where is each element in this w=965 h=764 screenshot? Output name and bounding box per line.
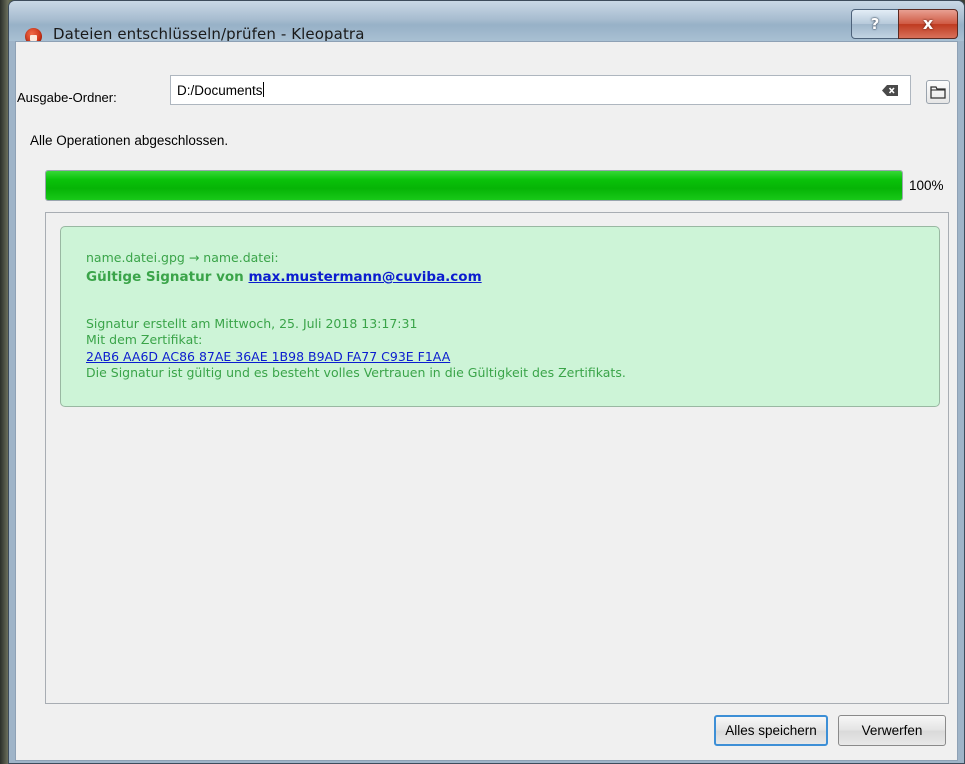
help-button[interactable]: ? [851, 9, 899, 39]
results-panel: name.datei.gpg → name.datei: Gültige Sig… [45, 212, 949, 704]
save-all-button[interactable]: Alles speichern [714, 715, 828, 746]
result-file-line: name.datei.gpg → name.datei: [86, 250, 279, 265]
clear-input-icon[interactable] [882, 85, 898, 96]
close-button[interactable]: x [898, 9, 958, 39]
certificate-label: Mit dem Zertifikat: [86, 332, 203, 347]
output-folder-input[interactable]: D:/Documents [170, 75, 911, 105]
output-folder-label: Ausgabe-Ordner: [17, 90, 117, 105]
browse-folder-button[interactable] [926, 80, 950, 104]
folder-icon [930, 86, 946, 99]
trust-status-line: Die Signatur ist gültig und es besteht v… [86, 365, 626, 380]
dialog-window: Dateien entschlüsseln/prüfen - Kleopatra… [8, 0, 965, 764]
progress-percent: 100% [909, 178, 944, 193]
result-card: name.datei.gpg → name.datei: Gültige Sig… [60, 226, 940, 407]
signature-created-line: Signatur erstellt am Mittwoch, 25. Juli … [86, 316, 418, 331]
progress-bar [45, 170, 903, 201]
output-folder-value: D:/Documents [177, 83, 263, 98]
valid-signature-prefix: Gültige Signatur von [86, 269, 244, 285]
status-message: Alle Operationen abgeschlossen. [30, 133, 229, 148]
title-bar[interactable]: Dateien entschlüsseln/prüfen - Kleopatra… [9, 1, 964, 45]
signer-email-link[interactable]: max.mustermann@cuviba.com [248, 269, 481, 285]
dialog-client-area: Ausgabe-Ordner: D:/Documents Alle Operat… [15, 41, 958, 761]
result-valid-signature: Gültige Signatur von max.mustermann@cuvi… [86, 270, 482, 285]
discard-button[interactable]: Verwerfen [838, 715, 946, 746]
progress-fill [46, 171, 902, 200]
certificate-fingerprint-link[interactable]: 2AB6 AA6D AC86 87AE 36AE 1B98 B9AD FA77 … [86, 349, 450, 364]
